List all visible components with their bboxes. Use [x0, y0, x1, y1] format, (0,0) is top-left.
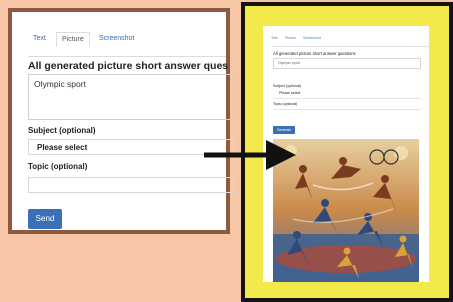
subject-label: Subject (optional): [28, 126, 96, 135]
question-form: Text Picture Screenshot All generated pi…: [12, 12, 234, 230]
topic-label: Topic (optional): [28, 162, 88, 171]
result-prompt-input[interactable]: Olympic sport: [273, 58, 421, 69]
tab-picture[interactable]: Picture: [56, 32, 90, 47]
prompt-textarea[interactable]: Olympic sport: [28, 74, 234, 120]
result-tab-picture[interactable]: Picture: [285, 36, 296, 40]
result-title: All generated picture short answer quest…: [273, 51, 356, 56]
tab-text[interactable]: Text: [28, 32, 51, 45]
divider: [273, 98, 421, 99]
page-title: All generated picture short answer quest…: [28, 60, 228, 72]
result-subject-label: Subject (optional): [273, 84, 301, 88]
result-tab-bar: Text Picture Screenshot: [271, 34, 429, 47]
result-topic-label: Topic (optional): [273, 102, 298, 106]
result-tab-screenshot[interactable]: Screenshot: [303, 36, 321, 40]
divider: [273, 109, 421, 110]
tab-screenshot[interactable]: Screenshot: [94, 32, 139, 45]
arrow-right-icon: [204, 140, 296, 170]
result-subject-value[interactable]: Please select: [279, 91, 300, 95]
send-button[interactable]: Send: [28, 209, 62, 229]
left-panel-frame: Text Picture Screenshot All generated pi…: [8, 8, 234, 234]
result-tab-text[interactable]: Text: [271, 36, 277, 40]
tab-bar: Text Picture Screenshot: [28, 28, 226, 57]
